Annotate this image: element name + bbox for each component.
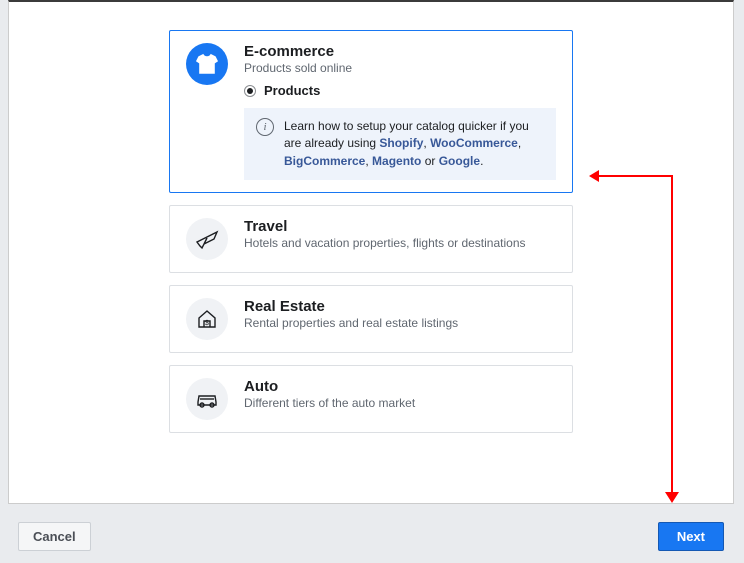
option-auto-title: Auto: [244, 378, 415, 395]
option-ecommerce[interactable]: E-commerce Products sold online Products…: [169, 30, 573, 193]
option-auto-desc: Different tiers of the auto market: [244, 396, 415, 410]
option-travel[interactable]: Travel Hotels and vacation properties, f…: [169, 205, 573, 273]
plane-icon: [186, 218, 228, 260]
modal-footer: Cancel Next: [8, 511, 734, 561]
products-radio-label: Products: [264, 83, 320, 98]
integration-info-text: Learn how to setup your catalog quicker …: [284, 118, 544, 170]
option-auto[interactable]: Auto Different tiers of the auto market: [169, 365, 573, 433]
cancel-button[interactable]: Cancel: [18, 522, 91, 551]
link-woocommerce[interactable]: WooCommerce: [430, 136, 518, 150]
svg-text:$: $: [205, 320, 209, 327]
link-shopify[interactable]: Shopify: [379, 136, 423, 150]
integration-info-box: i Learn how to setup your catalog quicke…: [244, 108, 556, 180]
option-travel-content: Travel Hotels and vacation properties, f…: [244, 218, 526, 250]
info-text-post: .: [480, 154, 483, 168]
option-ecommerce-content: E-commerce Products sold online Products…: [244, 43, 556, 180]
option-real-estate-content: Real Estate Rental properties and real e…: [244, 298, 458, 330]
tshirt-icon: [186, 43, 228, 85]
option-real-estate-title: Real Estate: [244, 298, 458, 315]
products-radio[interactable]: Products: [244, 83, 556, 98]
radio-dot-icon: [244, 85, 256, 97]
option-travel-title: Travel: [244, 218, 526, 235]
catalog-type-options: E-commerce Products sold online Products…: [9, 2, 733, 433]
option-ecommerce-title: E-commerce: [244, 43, 556, 60]
option-real-estate[interactable]: $ Real Estate Rental properties and real…: [169, 285, 573, 353]
link-google[interactable]: Google: [439, 154, 480, 168]
link-bigcommerce[interactable]: BigCommerce: [284, 154, 365, 168]
option-real-estate-desc: Rental properties and real estate listin…: [244, 316, 458, 330]
info-comma: ,: [518, 136, 521, 150]
option-ecommerce-desc: Products sold online: [244, 61, 556, 75]
option-auto-content: Auto Different tiers of the auto market: [244, 378, 415, 410]
option-travel-desc: Hotels and vacation properties, flights …: [244, 236, 526, 250]
info-or: or: [421, 154, 438, 168]
next-button[interactable]: Next: [658, 522, 724, 551]
house-icon: $: [186, 298, 228, 340]
car-icon: [186, 378, 228, 420]
info-icon: i: [256, 118, 274, 136]
link-magento[interactable]: Magento: [372, 154, 421, 168]
catalog-type-modal: E-commerce Products sold online Products…: [8, 0, 734, 504]
